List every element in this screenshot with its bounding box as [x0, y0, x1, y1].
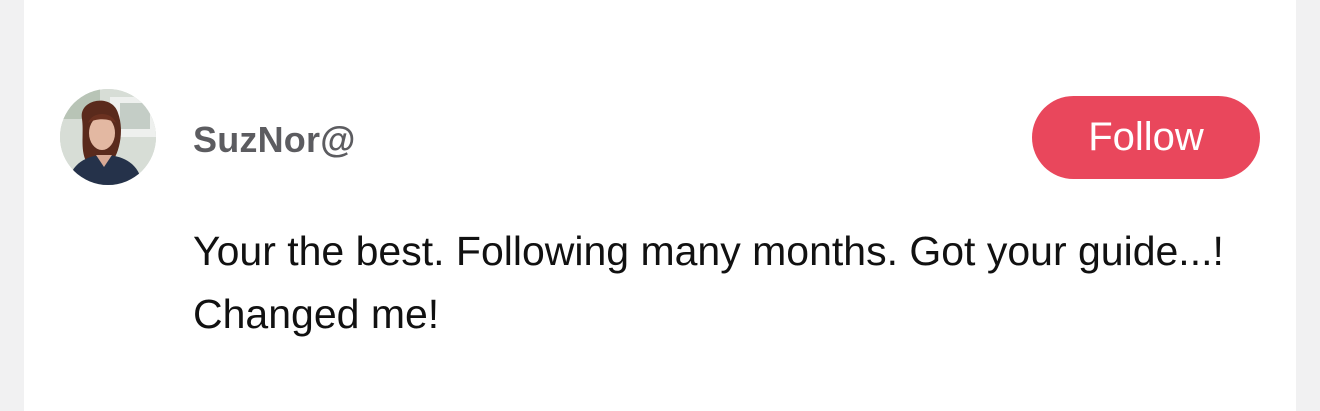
comment-text: Your the best. Following many months. Go…	[193, 228, 1224, 337]
comment-username[interactable]: SuzNor@	[193, 118, 356, 162]
avatar-photo-icon	[60, 89, 156, 185]
comment-card: SuzNor@ Follow Your the best. Following …	[24, 0, 1296, 411]
follow-button[interactable]: Follow	[1032, 96, 1260, 179]
user-avatar[interactable]	[60, 89, 156, 185]
